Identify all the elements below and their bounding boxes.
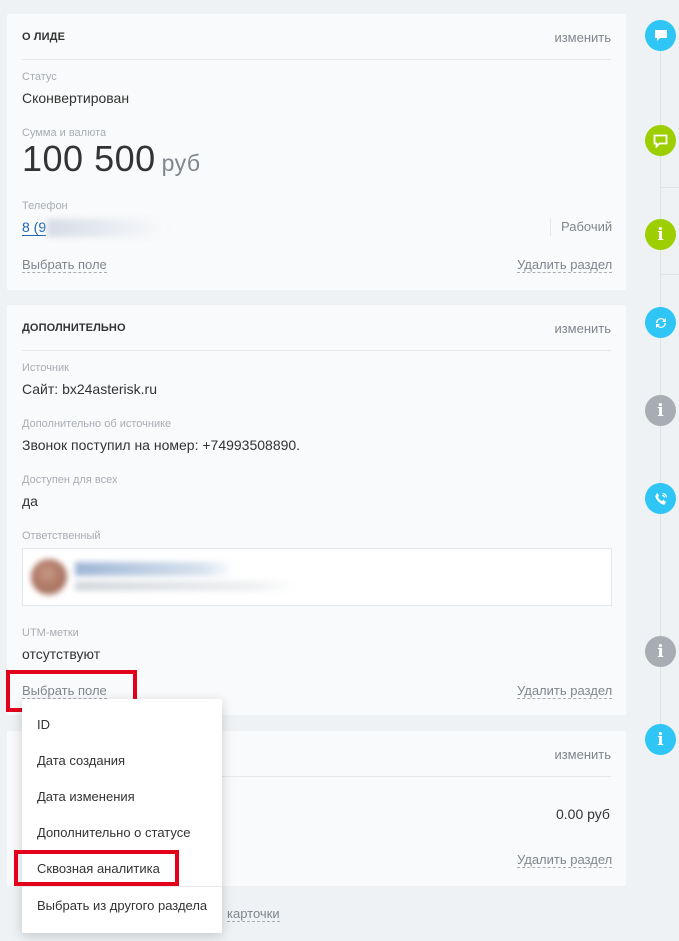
menu-divider bbox=[22, 886, 222, 887]
card-settings-link[interactable]: карточки bbox=[227, 906, 280, 922]
delete-section-button[interactable]: Удалить раздел bbox=[517, 683, 613, 699]
products-total: 0.00 руб bbox=[556, 806, 610, 822]
edit-link[interactable]: изменить bbox=[554, 321, 611, 336]
info-icon[interactable]: i bbox=[645, 395, 676, 426]
source-label: Источник bbox=[22, 362, 69, 374]
divider bbox=[550, 218, 551, 236]
amount-number: 100 500 bbox=[22, 138, 156, 179]
menu-item-modified-date[interactable]: Дата изменения bbox=[37, 789, 135, 804]
menu-item-other-section[interactable]: Выбрать из другого раздела bbox=[37, 898, 207, 913]
source-info-value: Звонок поступил на номер: +74993508890. bbox=[22, 437, 301, 453]
phone-link[interactable]: 8 (9 bbox=[22, 219, 47, 236]
select-field-button[interactable]: Выбрать поле bbox=[22, 257, 107, 273]
additional-card: ДОПОЛНИТЕЛЬНО изменить Источник Сайт: bx… bbox=[7, 305, 626, 715]
menu-item-status-info[interactable]: Дополнительно о статусе bbox=[37, 825, 190, 840]
chat-icon[interactable] bbox=[645, 125, 676, 156]
status-label: Статус bbox=[22, 71, 57, 83]
delete-section-button[interactable]: Удалить раздел bbox=[517, 852, 613, 868]
highlight-analytics-item bbox=[14, 850, 179, 886]
source-info-label: Дополнительно об источнике bbox=[22, 418, 172, 430]
menu-item-created-date[interactable]: Дата создания bbox=[37, 753, 125, 768]
card-header: ДОПОЛНИТЕЛЬНО изменить bbox=[22, 305, 611, 351]
amount-currency: руб bbox=[161, 150, 201, 176]
info-icon[interactable]: i bbox=[645, 724, 676, 755]
available-label: Доступен для всех bbox=[22, 474, 118, 486]
phone-type: Рабочий bbox=[561, 219, 613, 234]
comment-icon[interactable] bbox=[645, 20, 676, 51]
amount-value: 100 500 руб bbox=[22, 138, 201, 180]
timeline-tick bbox=[661, 274, 679, 275]
responsible-position-blurred bbox=[75, 581, 295, 591]
source-value: Сайт: bx24asterisk.ru bbox=[22, 381, 157, 397]
timeline-tick bbox=[661, 187, 679, 188]
lead-info-card: О ЛИДЕ изменить Статус Сконвертирован Су… bbox=[7, 14, 626, 290]
field-select-dropdown: ID Дата создания Дата изменения Дополнит… bbox=[22, 699, 222, 933]
utm-label: UTM-метки bbox=[22, 627, 79, 639]
info-icon[interactable]: i bbox=[645, 219, 676, 250]
edit-link[interactable]: изменить bbox=[554, 30, 611, 45]
refresh-icon[interactable] bbox=[645, 307, 676, 338]
card-title: О ЛИДЕ bbox=[22, 31, 66, 43]
edit-link[interactable]: изменить bbox=[554, 747, 611, 762]
utm-value: отсутствуют bbox=[22, 646, 101, 662]
phone-label: Телефон bbox=[22, 200, 68, 212]
responsible-label: Ответственный bbox=[22, 530, 101, 542]
card-header: О ЛИДЕ изменить bbox=[22, 14, 611, 60]
available-value: да bbox=[22, 493, 38, 509]
card-title: ДОПОЛНИТЕЛЬНО bbox=[22, 322, 126, 334]
responsible-name-blurred bbox=[75, 562, 235, 576]
responsible-box[interactable] bbox=[22, 548, 612, 606]
delete-section-button[interactable]: Удалить раздел bbox=[517, 257, 613, 273]
phone-blurred bbox=[47, 219, 167, 237]
info-icon[interactable]: i bbox=[645, 636, 676, 667]
menu-item-id[interactable]: ID bbox=[37, 717, 50, 732]
phone-icon[interactable] bbox=[645, 483, 676, 514]
avatar bbox=[31, 559, 67, 595]
status-value: Сконвертирован bbox=[22, 90, 130, 106]
